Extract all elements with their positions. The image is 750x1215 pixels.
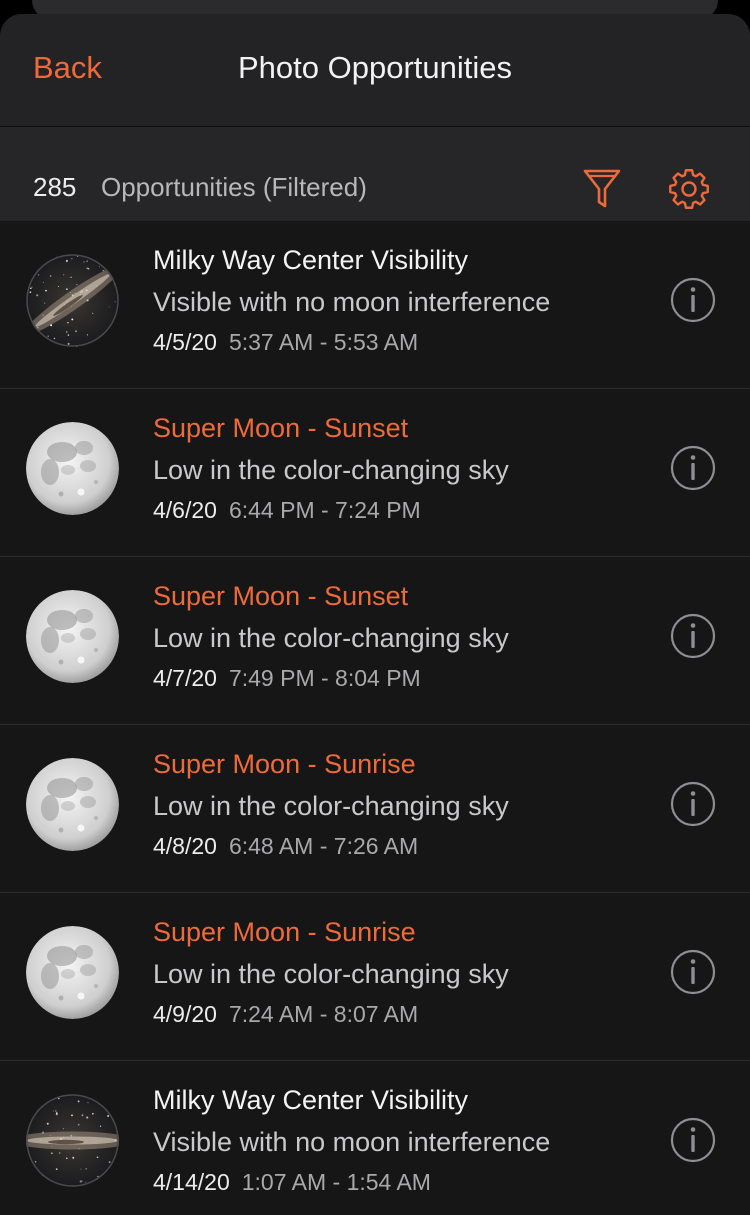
page-title: Photo Opportunities [237,50,512,85]
info-icon [670,781,716,827]
item-date: 4/5/20 [153,329,217,355]
full-moon-thumbnail [26,758,119,851]
item-subtitle: Low in the color-changing sky [153,455,509,485]
item-title: Super Moon - Sunrise [153,749,416,779]
item-datetime: 4/8/20 6:48 AM - 7:26 AM [153,833,418,860]
info-button[interactable] [670,781,716,827]
item-date: 4/7/20 [153,665,217,691]
filter-button[interactable] [580,166,624,210]
full-moon-thumbnail [26,926,119,1019]
item-datetime: 4/6/20 6:44 PM - 7:24 PM [153,497,421,524]
list-item[interactable]: Super Moon - Sunset Low in the color-cha… [0,389,750,557]
item-date: 4/6/20 [153,497,217,523]
item-datetime: 4/7/20 7:49 PM - 8:04 PM [153,665,421,692]
info-button[interactable] [670,277,716,323]
info-button[interactable] [670,949,716,995]
summary-bar: 285 Opportunities (Filtered) [0,127,750,221]
full-moon-thumbnail [26,590,119,683]
gear-icon [669,169,709,209]
opportunity-count-label: Opportunities (Filtered) [101,172,367,202]
item-subtitle: Low in the color-changing sky [153,959,509,989]
info-icon [670,949,716,995]
item-subtitle: Visible with no moon interference [153,1127,551,1157]
item-time-range: 6:48 AM - 7:26 AM [228,833,419,859]
item-title: Super Moon - Sunset [153,413,409,443]
info-button[interactable] [670,445,716,491]
item-title: Milky Way Center Visibility [153,1085,469,1115]
milky-way-thumbnail [26,1094,119,1187]
item-date: 4/9/20 [153,1001,217,1027]
list-item[interactable]: Super Moon - Sunset Low in the color-cha… [0,557,750,725]
item-title: Milky Way Center Visibility [153,245,469,275]
item-subtitle: Low in the color-changing sky [153,623,509,653]
info-icon [670,445,716,491]
info-icon [670,1117,716,1163]
info-button[interactable] [670,613,716,659]
item-title: Super Moon - Sunset [153,581,409,611]
info-button[interactable] [670,1117,716,1163]
item-time-range: 7:49 PM - 8:04 PM [228,665,421,691]
item-date: 4/14/20 [153,1169,230,1195]
item-subtitle: Low in the color-changing sky [153,791,509,821]
item-time-range: 6:44 PM - 7:24 PM [228,497,421,523]
full-moon-thumbnail [26,422,119,515]
settings-button[interactable] [666,166,712,212]
opportunity-list: Milky Way Center Visibility Visible with… [0,221,750,1215]
navigation-bar: Back Photo Opportunities [0,14,750,127]
list-item[interactable]: Super Moon - Sunrise Low in the color-ch… [0,725,750,893]
item-title: Super Moon - Sunrise [153,917,416,947]
milky-way-thumbnail [26,254,119,347]
item-subtitle: Visible with no moon interference [153,287,551,317]
opportunity-count: 285 [33,172,77,202]
item-datetime: 4/5/20 5:37 AM - 5:53 AM [153,329,418,356]
list-item[interactable]: Super Moon - Sunrise Low in the color-ch… [0,893,750,1061]
funnel-icon [583,169,621,208]
info-icon [670,613,716,659]
list-item[interactable]: Milky Way Center Visibility Visible with… [0,1061,750,1215]
item-time-range: 7:24 AM - 8:07 AM [228,1001,419,1027]
item-datetime: 4/14/20 1:07 AM - 1:54 AM [153,1169,431,1196]
info-icon [670,277,716,323]
photo-opportunities-sheet: Back Photo Opportunities 285 Opportuniti… [0,14,750,1215]
item-date: 4/8/20 [153,833,217,859]
list-item[interactable]: Milky Way Center Visibility Visible with… [0,221,750,389]
item-time-range: 5:37 AM - 5:53 AM [228,329,419,355]
item-datetime: 4/9/20 7:24 AM - 8:07 AM [153,1001,418,1028]
item-time-range: 1:07 AM - 1:54 AM [241,1169,431,1195]
